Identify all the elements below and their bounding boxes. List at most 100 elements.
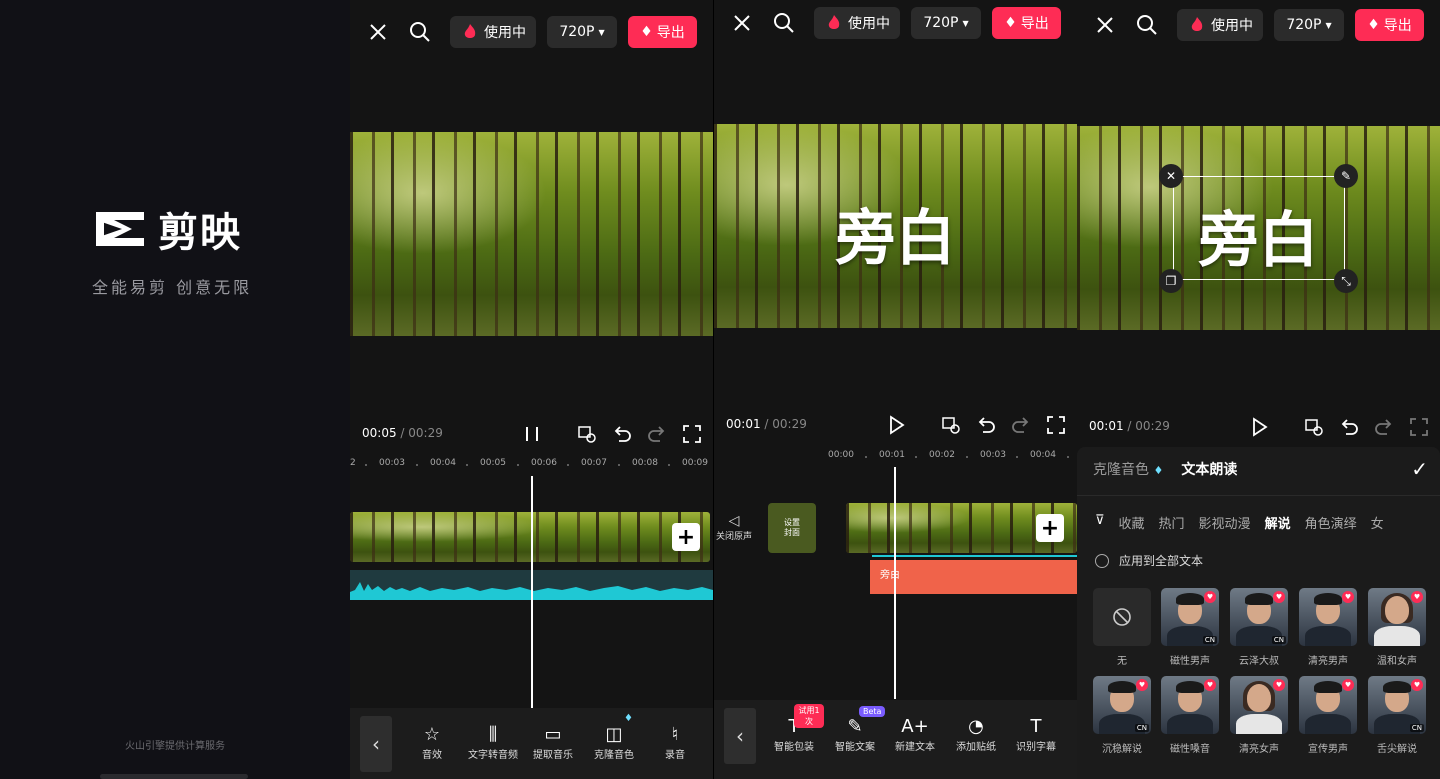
export-button[interactable]: ♦ 导出 — [992, 7, 1061, 39]
search-icon[interactable] — [408, 20, 432, 44]
redo-icon[interactable] — [646, 423, 668, 445]
category-female[interactable]: 女 — [1371, 513, 1384, 532]
redo-icon[interactable] — [1010, 414, 1032, 436]
close-icon[interactable] — [366, 20, 390, 44]
voice-item[interactable]: ♥ CN 舌尖解说 — [1368, 676, 1426, 755]
play-icon[interactable] — [1248, 416, 1270, 438]
keyframe-icon[interactable] — [576, 423, 598, 445]
video-preview[interactable]: 旁白 — [714, 124, 1077, 328]
set-cover-button[interactable]: 设置 封面 — [768, 503, 816, 553]
heart-icon: ♥ — [1411, 591, 1423, 603]
tab-clone-voice[interactable]: 克隆音色 ♦ — [1093, 459, 1163, 479]
redo-icon[interactable] — [1373, 416, 1395, 438]
play-icon[interactable] — [885, 414, 907, 436]
add-clip-button[interactable]: + — [1036, 514, 1064, 542]
tool-sound-effect[interactable]: ☆ 音效 — [402, 722, 462, 762]
top-bar: 使用中 720P ▼ ♦ 导出 — [714, 5, 1077, 41]
voice-none[interactable]: 无 — [1093, 588, 1151, 667]
tool-smart-copywriting[interactable]: Beta ✎ 智能文案 — [825, 706, 886, 753]
search-icon[interactable] — [772, 11, 796, 35]
voice-tabs: 克隆音色 ♦ 文本朗读 — [1093, 459, 1237, 479]
filter-icon[interactable]: ⊽ — [1095, 513, 1105, 532]
undo-icon[interactable] — [611, 423, 633, 445]
category-favorites[interactable]: 收藏 — [1119, 513, 1145, 532]
pause-icon[interactable] — [521, 423, 543, 445]
tool-extract-music[interactable]: ▭ 提取音乐 — [523, 722, 583, 762]
back-button[interactable]: ‹ — [360, 716, 392, 772]
search-icon[interactable] — [1135, 13, 1159, 37]
scale-handle-icon[interactable]: ⤡ — [1334, 269, 1358, 293]
tool-add-sticker[interactable]: ◔ 添加贴纸 — [946, 714, 1006, 754]
tool-smart-package[interactable]: 试用1次 T 智能包装 — [764, 704, 824, 753]
video-preview[interactable] — [350, 132, 713, 336]
tool-record[interactable]: ♮ 录音 — [645, 722, 705, 762]
heart-icon: ♥ — [1204, 679, 1216, 691]
playhead[interactable] — [531, 476, 533, 708]
voice-item[interactable]: ♥ 清亮女声 — [1230, 676, 1288, 755]
voice-label: 宣传男声 — [1308, 744, 1348, 755]
time-current: 00:01 — [1089, 419, 1124, 433]
tool-label: 文字转音频 — [468, 750, 518, 761]
voice-item[interactable]: ♥ 宣传男声 — [1299, 676, 1357, 755]
video-preview[interactable]: 旁白 ✕ ✎ ❐ ⤡ — [1077, 126, 1440, 330]
text-selection-box[interactable] — [1173, 176, 1345, 280]
ruler-tick: 00:04 — [1030, 450, 1056, 460]
close-icon[interactable] — [1093, 13, 1117, 37]
overlay-text[interactable]: 旁白 — [714, 190, 1077, 277]
in-use-button[interactable]: 使用中 — [450, 16, 536, 48]
voice-item[interactable]: ♥ 温和女声 — [1368, 588, 1426, 667]
category-film-anime[interactable]: 影视动漫 — [1199, 513, 1251, 532]
voice-item[interactable]: ♥ 磁性嗓音 — [1161, 676, 1219, 755]
add-clip-button[interactable]: + — [672, 523, 700, 551]
voice-label: 沉稳解说 — [1102, 744, 1142, 755]
voice-item[interactable]: ♥ CN 磁性男声 — [1161, 588, 1219, 667]
copy-handle-icon[interactable]: ❐ — [1159, 269, 1183, 293]
edit-handle-icon[interactable]: ✎ — [1334, 164, 1358, 188]
keyframe-icon[interactable] — [1303, 416, 1325, 438]
video-clip[interactable] — [350, 512, 710, 562]
voice-selector-sheet: 克隆音色 ♦ 文本朗读 ✓ ⊽ 收藏 热门 影视动漫 解说 角色演绎 女 应用到… — [1077, 447, 1440, 779]
resolution-select[interactable]: 720P ▼ — [1274, 9, 1344, 41]
tab-text-to-speech[interactable]: 文本朗读 — [1181, 459, 1237, 479]
back-button[interactable]: ‹ — [724, 708, 756, 764]
playback-controls: 00:01 / 00:29 — [1077, 413, 1440, 443]
splash-screen: 剪映 全能易剪 创意无限 火山引擎提供计算服务 — [0, 0, 350, 779]
tool-recognize-subtitles[interactable]: T 识别字幕 — [1006, 714, 1066, 754]
no-voice-icon — [1093, 588, 1151, 646]
confirm-check-icon[interactable]: ✓ — [1411, 457, 1428, 481]
category-narration[interactable]: 解说 — [1265, 513, 1291, 532]
tool-new-text[interactable]: A+ 新建文本 — [885, 714, 945, 754]
playhead[interactable] — [894, 467, 896, 699]
keyframe-icon[interactable] — [940, 414, 962, 436]
tab-label: 克隆音色 — [1093, 462, 1149, 478]
export-button[interactable]: ♦ 导出 — [1355, 9, 1424, 41]
category-hot[interactable]: 热门 — [1159, 513, 1185, 532]
tool-label: 识别字幕 — [1016, 742, 1056, 753]
avatar: ♥ — [1161, 676, 1219, 734]
voice-label: 无 — [1117, 656, 1127, 667]
fullscreen-icon[interactable] — [1045, 414, 1067, 436]
text-clip[interactable]: 旁白 — [870, 560, 1077, 594]
editor-text-panel: 使用中 720P ▼ ♦ 导出 旁白 00:01 / 00:29 00:00 0… — [714, 0, 1077, 779]
delete-handle-icon[interactable]: ✕ — [1159, 164, 1183, 188]
undo-icon[interactable] — [975, 414, 997, 436]
fullscreen-icon[interactable] — [681, 423, 703, 445]
radio-button[interactable] — [1095, 553, 1109, 568]
resolution-select[interactable]: 720P ▼ — [547, 16, 617, 48]
export-button[interactable]: ♦ 导出 — [628, 16, 697, 48]
category-roleplay[interactable]: 角色演绎 — [1305, 513, 1357, 532]
mute-original-button[interactable]: ◁ 关闭原声 — [714, 513, 754, 542]
in-use-button[interactable]: 使用中 — [1177, 9, 1263, 41]
in-use-button[interactable]: 使用中 — [814, 7, 900, 39]
tool-label: 智能文案 — [835, 742, 875, 753]
voice-item[interactable]: ♥ CN 沉稳解说 — [1093, 676, 1151, 755]
tool-text-to-audio[interactable]: ⫼ 文字转音频 — [463, 722, 523, 762]
voice-item[interactable]: ♥ CN 云泽大叔 — [1230, 588, 1288, 667]
apply-all-toggle[interactable]: 应用到全部文本 — [1095, 552, 1203, 569]
tool-clone-voice[interactable]: ♦ ◫ 克隆音色 — [584, 713, 644, 761]
resolution-select[interactable]: 720P ▼ — [911, 7, 981, 39]
fullscreen-icon[interactable] — [1408, 416, 1430, 438]
undo-icon[interactable] — [1338, 416, 1360, 438]
voice-item[interactable]: ♥ 清亮男声 — [1299, 588, 1357, 667]
close-icon[interactable] — [730, 11, 754, 35]
